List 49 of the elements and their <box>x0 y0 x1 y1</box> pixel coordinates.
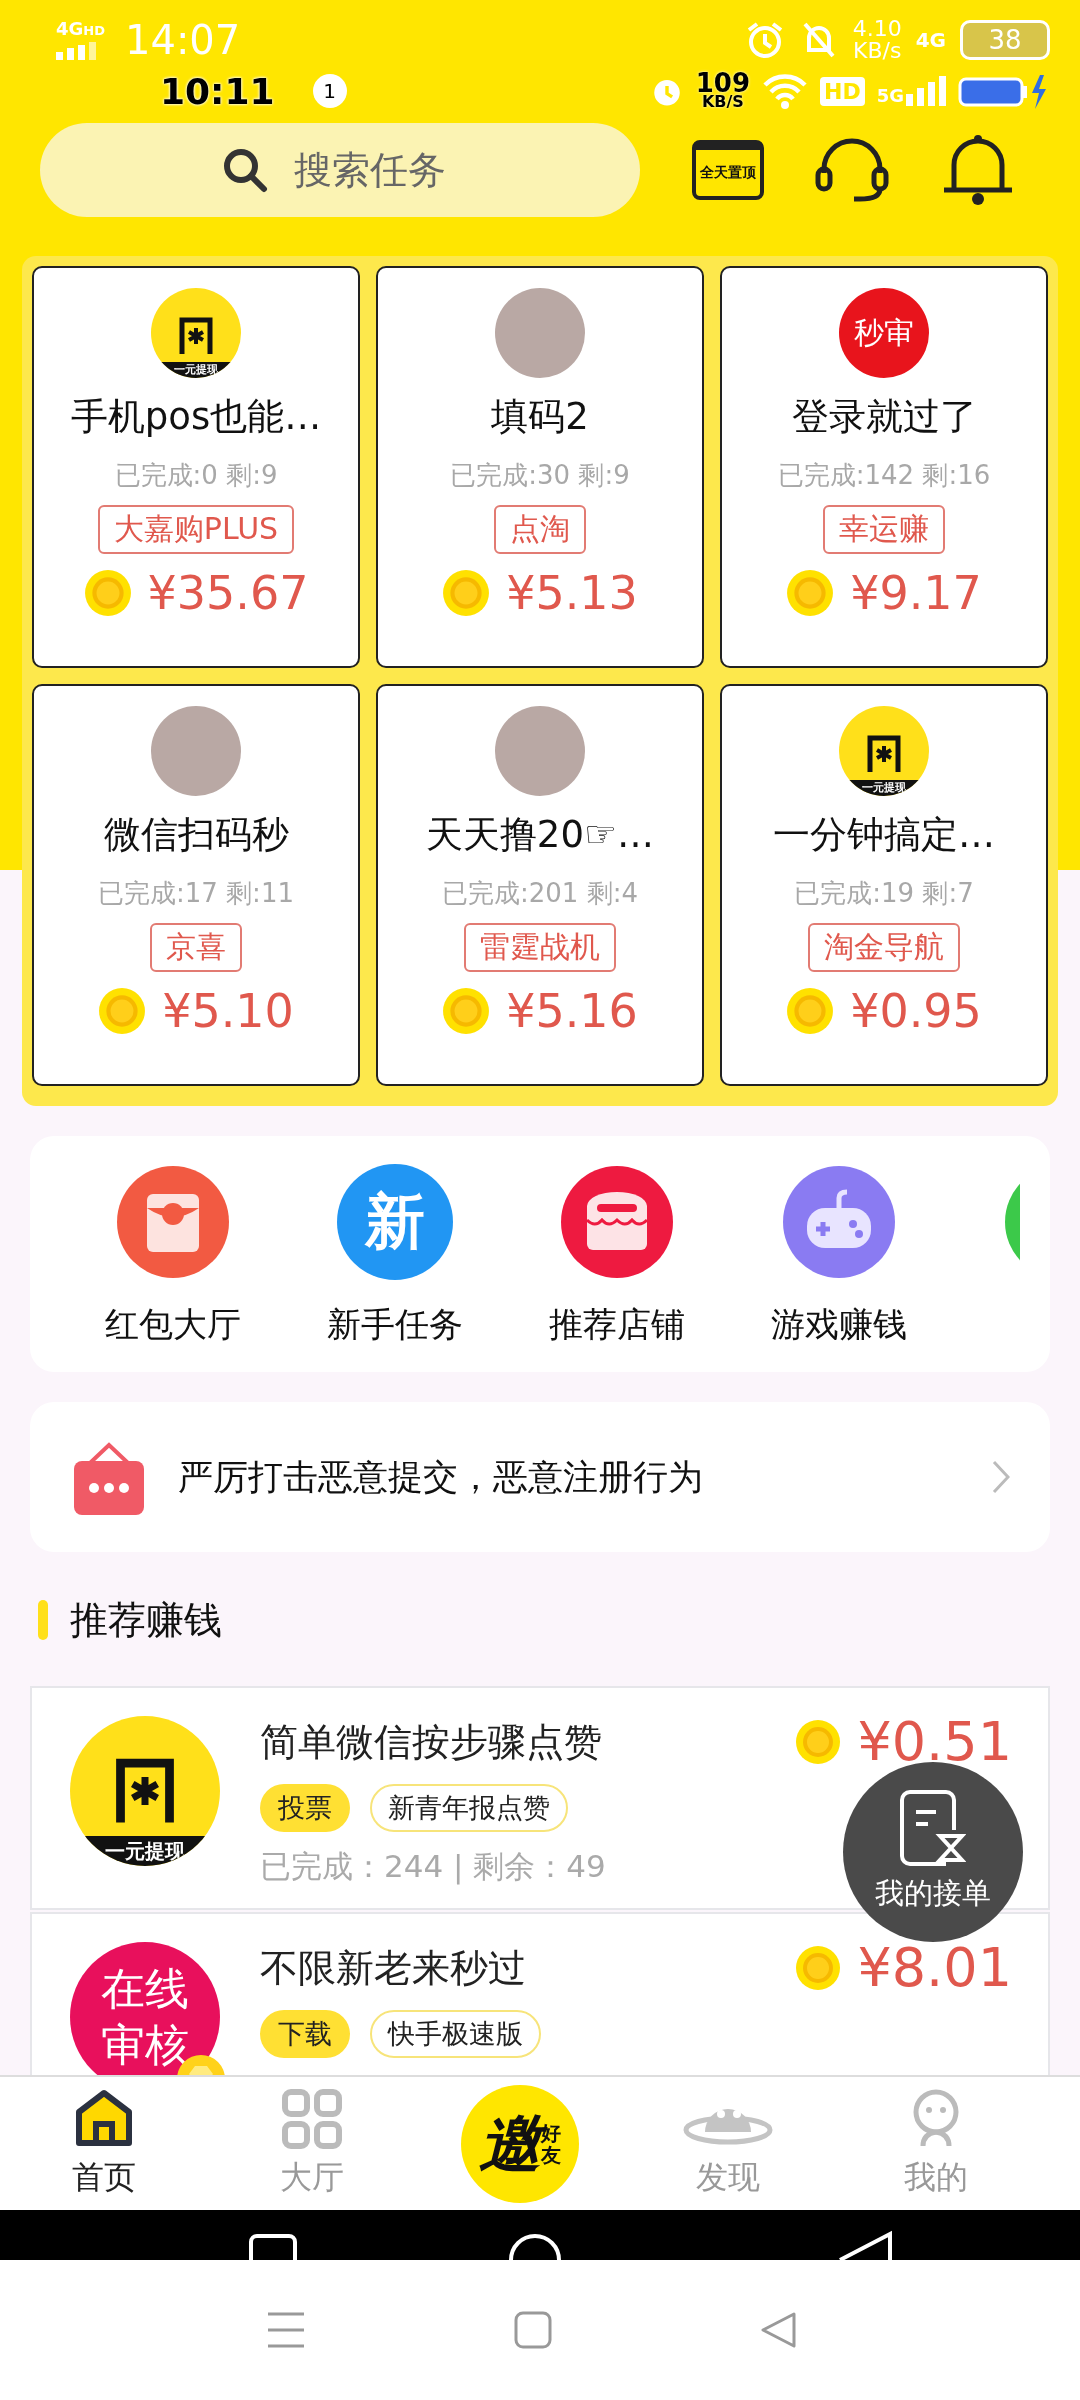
notice-text: 严厉打击恶意提交，恶意注册行为 <box>178 1455 704 1499</box>
network-speed: 109 <box>695 72 750 94</box>
task-stats: 已完成:0 剩:9 <box>114 459 278 492</box>
task-title: 简单微信按步骤点赞 <box>260 1719 602 1766</box>
task-stats: 已完成：244 | 剩余：49 <box>260 1847 606 1887</box>
platform-tag: 点淘 <box>494 505 586 554</box>
network-hd-label: HD <box>83 23 105 38</box>
speed-unit: KB/S <box>701 94 744 110</box>
task-price: ¥5.13 <box>506 566 638 620</box>
network-type: 4G <box>56 18 84 39</box>
task-title: 天天撸20☞… <box>425 812 655 858</box>
task-price: ¥35.67 <box>147 566 309 620</box>
task-title: 微信扫码秒 <box>103 812 289 858</box>
avatar-badge: 秒审 <box>839 288 929 378</box>
platform-tag: 京喜 <box>150 923 242 972</box>
task-tag: 新青年报点赞 <box>370 1784 568 1832</box>
task-title: 手机pos也能… <box>70 394 322 440</box>
task-stats: 已完成:30 剩:9 <box>450 459 630 492</box>
section-title: 推荐赚钱 <box>70 1596 222 1644</box>
network-type: 5G <box>876 85 904 106</box>
task-tag: 投票 <box>260 1784 350 1832</box>
avatar-badge: 在线审核 <box>70 1942 220 2075</box>
battery-indicator: 38 <box>960 20 1050 60</box>
network-speed: 4.10 <box>852 18 902 40</box>
task-tag: 快手极速版 <box>370 2010 541 2058</box>
platform-tag: 淘金导航 <box>808 923 960 972</box>
task-price: ¥9.17 <box>850 566 982 620</box>
platform-tag: 大嘉购PLUS <box>97 505 295 554</box>
task-title: 一分钟搞定… <box>773 812 995 858</box>
task-stats: 已完成:142 剩:16 <box>777 459 991 492</box>
task-tag: 下载 <box>260 2010 350 2058</box>
task-title: 填码2 <box>491 394 589 440</box>
task-stats: 已完成:17 剩:11 <box>98 877 294 910</box>
shortcut-icon: 新 <box>337 1164 453 1280</box>
platform-tag: 幸运赚 <box>823 505 945 554</box>
task-price: ¥0.95 <box>850 984 982 1038</box>
task-stats: 已完成:19 剩:7 <box>794 877 974 910</box>
status-time: 14:07 <box>125 17 241 63</box>
platform-tag: 雷霆战机 <box>464 923 616 972</box>
status-time: 10:11 <box>160 70 275 112</box>
notification-count-badge: 1 <box>312 74 347 108</box>
task-price: ¥5.10 <box>162 984 294 1038</box>
task-title: 不限新老来秒过 <box>260 1945 526 1992</box>
task-price: ¥5.16 <box>506 984 638 1038</box>
network-type: 4G <box>915 28 946 52</box>
task-title: 登录就过了 <box>791 394 977 440</box>
speed-unit: KB/s <box>852 40 902 62</box>
task-stats: 已完成:201 剩:4 <box>442 877 638 910</box>
hd-badge: HD <box>820 76 865 106</box>
